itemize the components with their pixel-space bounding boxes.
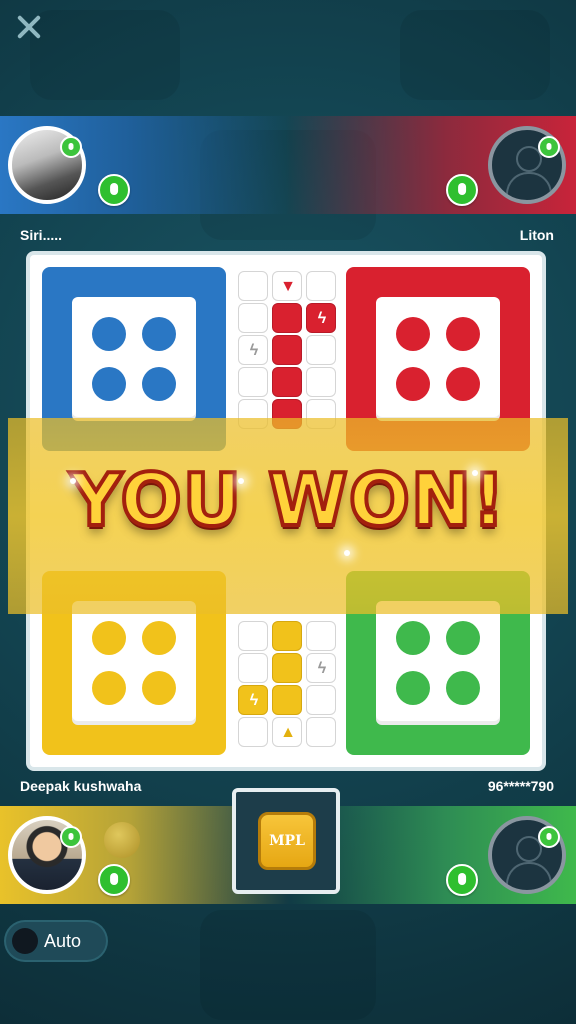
token-red bbox=[446, 317, 480, 351]
token-blue[interactable] bbox=[142, 317, 176, 351]
close-icon[interactable] bbox=[14, 12, 44, 42]
mic-indicator-icon bbox=[538, 826, 560, 848]
token-green bbox=[446, 621, 480, 655]
board-cell-yellow: ϟ bbox=[238, 685, 268, 715]
toggle-knob bbox=[12, 928, 38, 954]
board-cell bbox=[238, 653, 268, 683]
board-cell: ϟ bbox=[238, 335, 268, 365]
token-green bbox=[396, 671, 430, 705]
dice-button[interactable]: MPL bbox=[258, 812, 316, 870]
sparkle-icon bbox=[238, 478, 244, 484]
board-cell bbox=[306, 685, 336, 715]
you-won-title: YOU WON! bbox=[68, 456, 507, 544]
user-placeholder-icon-body bbox=[506, 172, 552, 198]
bg-pattern bbox=[30, 10, 180, 100]
token-yellow[interactable] bbox=[92, 671, 126, 705]
board-cell bbox=[306, 367, 336, 397]
mic-button[interactable] bbox=[98, 864, 130, 896]
token-red bbox=[446, 367, 480, 401]
token-blue[interactable] bbox=[142, 367, 176, 401]
arrow-down-icon: ▼ bbox=[280, 278, 296, 295]
mic-indicator-icon bbox=[60, 136, 82, 158]
board-cell bbox=[306, 621, 336, 651]
mic-button[interactable] bbox=[446, 864, 478, 896]
board-cell-yellow bbox=[272, 621, 302, 651]
emoji-button[interactable] bbox=[104, 822, 140, 858]
user-placeholder-icon-body bbox=[506, 862, 552, 888]
mic-indicator-icon bbox=[538, 136, 560, 158]
board-cell bbox=[238, 271, 268, 301]
board-cell bbox=[238, 367, 268, 397]
sparkle-icon bbox=[344, 550, 350, 556]
board-cell-red bbox=[272, 303, 302, 333]
auto-toggle-label: Auto bbox=[44, 931, 82, 951]
board-cell bbox=[238, 621, 268, 651]
board-cell bbox=[238, 717, 268, 747]
token-green bbox=[446, 671, 480, 705]
board-cell: ϟ bbox=[306, 653, 336, 683]
player-name-bottom-left: Deepak kushwaha bbox=[20, 778, 142, 794]
board-cell-red bbox=[272, 367, 302, 397]
token-yellow[interactable] bbox=[142, 621, 176, 655]
dice-area[interactable]: MPL bbox=[232, 788, 340, 894]
board-cell-red: ϟ bbox=[306, 303, 336, 333]
token-yellow[interactable] bbox=[92, 621, 126, 655]
board-cell-red bbox=[272, 335, 302, 365]
bolt-icon: ϟ bbox=[317, 310, 327, 327]
board-cell bbox=[238, 303, 268, 333]
player-name-bottom-right: 96*****790 bbox=[487, 778, 554, 794]
board-cell bbox=[306, 717, 336, 747]
token-blue[interactable] bbox=[92, 367, 126, 401]
bolt-icon: ϟ bbox=[317, 660, 327, 677]
mic-button[interactable] bbox=[446, 174, 478, 206]
auto-toggle[interactable]: Auto bbox=[6, 922, 106, 960]
board-cell-yellow bbox=[272, 653, 302, 683]
token-yellow[interactable] bbox=[142, 671, 176, 705]
player-name-top-left: Siri..... bbox=[20, 227, 63, 243]
arrow-up-icon: ▲ bbox=[280, 724, 296, 741]
board-cell-arrow: ▲ bbox=[272, 717, 302, 747]
board-cell bbox=[306, 335, 336, 365]
bolt-icon: ϟ bbox=[249, 342, 259, 359]
sparkle-icon bbox=[472, 470, 478, 476]
token-red bbox=[396, 367, 430, 401]
bolt-icon: ϟ bbox=[249, 692, 259, 709]
bg-pattern bbox=[400, 10, 550, 100]
sparkle-icon bbox=[70, 478, 76, 484]
mic-indicator-icon bbox=[60, 826, 82, 848]
board-cell-arrow: ▼ bbox=[272, 271, 302, 301]
token-red bbox=[396, 317, 430, 351]
token-green bbox=[396, 621, 430, 655]
token-blue[interactable] bbox=[92, 317, 126, 351]
board-cell-yellow bbox=[272, 685, 302, 715]
board-cell bbox=[306, 271, 336, 301]
mic-button[interactable] bbox=[98, 174, 130, 206]
bg-pattern bbox=[200, 910, 376, 1020]
player-name-top-right: Liton bbox=[519, 227, 554, 243]
